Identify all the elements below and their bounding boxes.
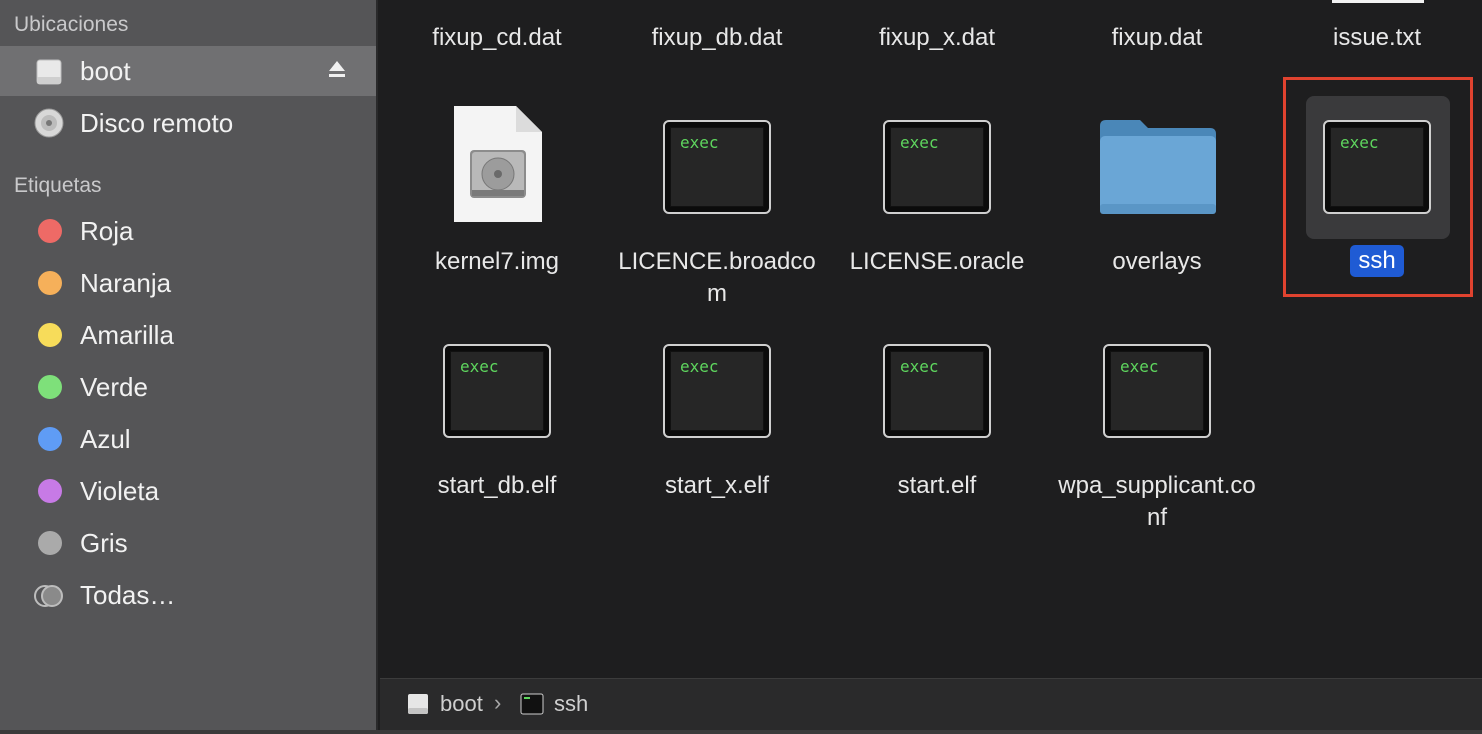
exec-icon[interactable]: exec [663,120,771,214]
section-title-tags: Etiquetas [14,174,102,197]
sidebar: Ubicaciones boot Disco remoto Etiquetas … [0,0,378,734]
exec-icon-text: exec [1120,357,1159,376]
exec-icon-screen: exec [890,127,984,207]
exec-icon-screen: exec [670,351,764,431]
file-license-oracle[interactable]: LICENSE.oracle [832,246,1042,278]
exec-icon-screen: exec [890,351,984,431]
sidebar-item-label: Disco remoto [80,108,234,138]
all-tags-icon [34,585,63,607]
tag-color-dot [38,479,62,503]
file-fixup[interactable]: fixup.dat [1052,22,1262,54]
exec-icon-screen: exec [1110,351,1204,431]
file-start[interactable]: start.elf [832,470,1042,502]
disc-icon [34,108,64,138]
exec-icon[interactable]: exec [883,120,991,214]
tag-violeta[interactable]: Violeta [0,466,376,516]
exec-icon-screen: exec [450,351,544,431]
exec-icon[interactable]: exec [883,344,991,438]
file-kernel7[interactable]: kernel7.img [392,246,602,278]
tag-color-dot [38,375,62,399]
disk-image-icon[interactable] [452,104,544,224]
terminal-icon [520,693,544,715]
drive-icon [36,59,62,85]
tag-color-dot [38,271,62,295]
tag-color-dot [38,219,62,243]
tag-todas[interactable]: Todas… [0,570,376,620]
exec-icon-screen: exec [670,127,764,207]
exec-icon[interactable]: exec [443,344,551,438]
exec-icon[interactable]: exec [1103,344,1211,438]
file-start-db[interactable]: start_db.elf [392,470,602,502]
file-issue[interactable]: issue.txt [1272,22,1482,54]
sidebar-item-disco-remoto[interactable]: Disco remoto [0,98,376,148]
drive-icon [408,694,428,714]
file-grid: fixup_cd.dat fixup_db.dat fixup_x.dat fi… [380,0,1482,678]
tag-naranja[interactable]: Naranja [0,258,376,308]
sidebar-item-label: boot [80,56,131,86]
file-wpa-supplicant[interactable]: wpa_supplicant.conf [1052,470,1262,534]
exec-icon-text: exec [680,357,719,376]
file-fixup-db[interactable]: fixup_db.dat [612,22,822,54]
exec-icon-text: exec [900,133,939,152]
section-title-locations: Ubicaciones [14,13,129,36]
tag-azul[interactable]: Azul [0,414,376,464]
exec-icon-text: exec [460,357,499,376]
tag-label: Azul [80,424,131,454]
tag-label: Roja [80,216,134,246]
file-fixup-cd[interactable]: fixup_cd.dat [392,22,602,54]
folder-icon[interactable] [1098,118,1218,216]
file-overlays[interactable]: overlays [1052,246,1262,278]
tag-color-dot [38,427,62,451]
path-crumb-boot[interactable]: boot [440,691,483,717]
exec-icon[interactable]: exec [663,344,771,438]
tag-label: Verde [80,372,148,402]
tag-gris[interactable]: Gris [0,518,376,568]
tag-label: Todas… [80,580,176,610]
tag-verde[interactable]: Verde [0,362,376,412]
tag-roja[interactable]: Roja [0,206,376,256]
tag-label: Naranja [80,268,172,298]
tag-label: Gris [80,528,128,558]
sidebar-item-boot[interactable]: boot [0,46,376,96]
file-licence-broadcom[interactable]: LICENCE.broadcom [612,246,822,310]
tag-label: Violeta [80,476,160,506]
exec-icon-text: exec [680,133,719,152]
path-crumb-ssh[interactable]: ssh [554,691,588,717]
window-bottom-edge [0,730,1482,734]
tag-color-dot [38,531,62,555]
file-start-x[interactable]: start_x.elf [612,470,822,502]
eject-icon[interactable] [328,58,346,80]
tag-amarilla[interactable]: Amarilla [0,310,376,360]
exec-icon-text: exec [900,357,939,376]
path-bar: boot › ssh [380,678,1482,731]
file-fixup-x[interactable]: fixup_x.dat [832,22,1042,54]
path-separator-icon: › [494,690,502,715]
highlight-box [1283,77,1473,297]
partial-file-icon [1332,0,1424,3]
tag-color-dot [38,323,62,347]
tag-label: Amarilla [80,320,174,350]
